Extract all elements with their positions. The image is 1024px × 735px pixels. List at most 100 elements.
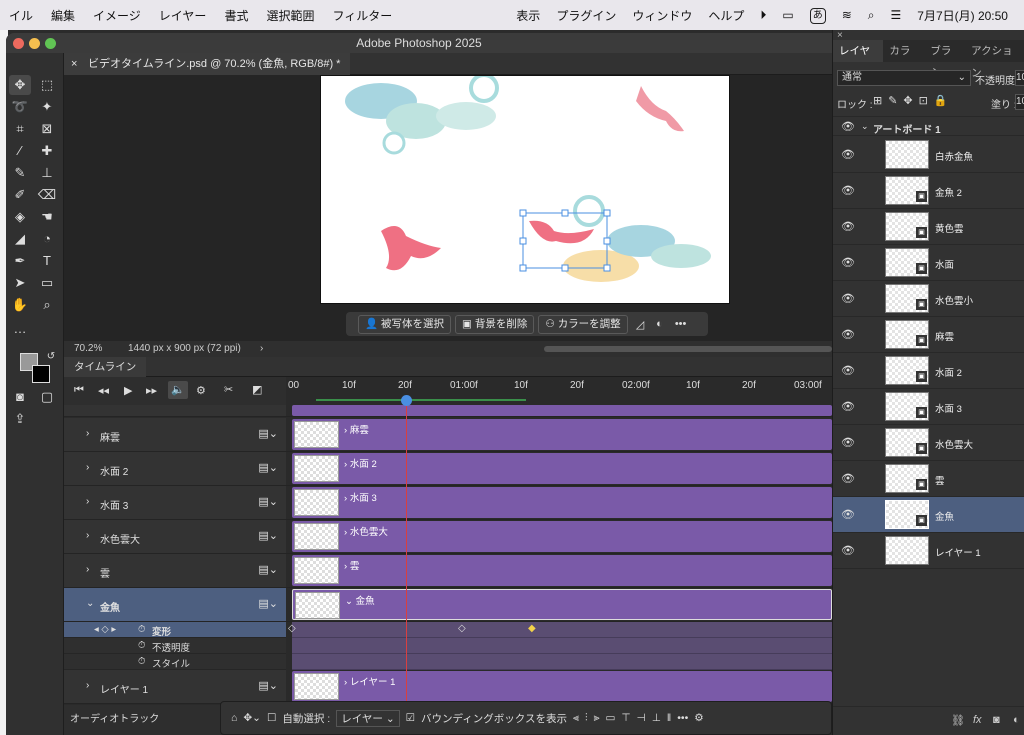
timeline-ruler[interactable]: 00 10f 20f 01:00f 10f 20f 02:00f 10f 20f… [286,377,832,405]
document-tab[interactable]: × ビデオタイムライン.psd @ 70.2% (金魚, RGB/8#) * [64,53,351,75]
layer-row[interactable]: 👁 ▣ 雲 [833,461,1024,497]
settings-icon[interactable]: ⚙ [694,712,703,724]
expand-chevron-icon[interactable]: › [86,428,89,439]
menu-edit[interactable]: 編集 [42,7,84,24]
lasso-tool-icon[interactable]: ➰ [9,97,31,117]
play-icon[interactable]: ▶ [124,384,132,397]
timeline-layer-row[interactable]: › 水面 2 ▤⌄ [64,452,286,486]
layer-dropdown[interactable]: レイヤー ⌄ [336,709,400,727]
layer-row[interactable]: 👁 白赤金魚 [833,137,1024,173]
tab-color[interactable]: カラー [883,40,924,79]
clip-selected[interactable]: ⌄ 金魚 [292,589,832,620]
magic-wand-tool-icon[interactable]: ✦ [36,97,58,117]
opacity-input[interactable]: 10 [1015,70,1024,86]
eraser-tool-icon[interactable]: ⌫ [36,185,58,205]
stopwatch-icon[interactable]: ⏱ [138,656,145,667]
layer-row[interactable]: 👁 ▣ 黄色雲 [833,209,1024,245]
clip[interactable] [292,405,832,416]
horizontal-scrollbar[interactable] [544,346,832,352]
transform-handle[interactable] [519,209,527,217]
timeline-layer-row[interactable]: › 水面 3 ▤⌄ [64,486,286,520]
eye-icon[interactable]: 👁 [841,184,855,197]
clip[interactable]: › 水面 3 [292,487,832,518]
eye-icon[interactable]: 👁 [841,544,855,557]
eye-icon[interactable]: 👁 [841,220,855,233]
crop-tool-icon[interactable]: ⌗ [9,119,31,139]
tab-layers[interactable]: レイヤー [833,40,884,79]
keyframe-icon[interactable]: ◇ [458,623,466,634]
layer-row[interactable]: 👁 ▣ 麻雲 [833,317,1024,353]
pen-tool-icon[interactable]: ✒ [9,251,31,271]
property-row[interactable]: ⏱ スタイル [64,654,286,670]
film-strip-icon[interactable]: ▤⌄ [258,427,278,440]
expand-chevron-icon[interactable]: › [86,462,89,473]
film-strip-icon[interactable]: ▤⌄ [258,679,278,692]
film-strip-icon[interactable]: ▤⌄ [258,563,278,576]
smudge-tool-icon[interactable]: ☚ [36,207,58,227]
align-right-icon[interactable]: ⫸ [594,712,600,725]
stopwatch-icon[interactable]: ⏱ [138,624,145,635]
layer-row-selected[interactable]: 👁 ▣ 金魚 [833,497,1024,533]
distribute-icon[interactable]: ▭ [606,712,616,724]
menu-layer[interactable]: レイヤー [150,7,216,24]
clip[interactable]: › レイヤー 1 [292,671,832,702]
split-icon[interactable]: ✂ [224,383,233,396]
more-options-icon[interactable]: ••• [677,712,688,724]
transform-handle[interactable] [561,264,569,272]
close-tab-icon[interactable]: × [71,53,77,75]
layer-row[interactable]: 👁 ▣ 水面 [833,245,1024,281]
blur-tool-icon[interactable]: ◢ [9,229,31,249]
first-frame-icon[interactable]: ⏮ [74,384,84,397]
timeline-layer-row-selected[interactable]: ⌄ 金魚 ▤⌄ [64,588,286,622]
auto-select-checkbox[interactable]: ☐ [267,712,276,724]
playhead-handle[interactable] [401,395,412,406]
blend-mode-select[interactable]: 通常 ⌄ [837,70,971,86]
transform-handle[interactable] [519,237,527,245]
stamp-tool-icon[interactable]: ⊥ [36,163,58,183]
timeline-layer-row[interactable]: › レイヤー 1 ▤⌄ [64,670,286,704]
paint-bucket-tool-icon[interactable]: ◈ [9,207,31,227]
timeline-layer-row[interactable]: › 麻雲 ▤⌄ [64,418,286,452]
expand-chevron-icon[interactable]: › [86,496,89,507]
status-chevron-icon[interactable]: › [260,341,263,357]
wifi-icon[interactable]: ≋ [834,8,860,22]
menu-help[interactable]: ヘルプ [700,7,752,24]
more-options-icon[interactable]: ••• [671,318,691,330]
menu-image[interactable]: イメージ [84,7,150,24]
brush-tool-icon[interactable]: ✎ [9,163,31,183]
timeline-tab[interactable]: タイムライン [64,357,147,377]
screen-mode-icon[interactable]: ▢ [36,387,58,407]
film-strip-icon[interactable]: ▤⌄ [258,529,278,542]
eyedropper-tool-icon[interactable]: ⁄ [9,141,31,161]
layer-row[interactable]: 👁 レイヤー 1 [833,533,1024,569]
collapse-chevron-icon[interactable]: ⌄ [861,121,869,132]
tab-actions[interactable]: アクション [965,40,1024,79]
eye-icon[interactable]: 👁 [841,364,855,377]
menu-file[interactable]: イル [0,7,42,24]
stopwatch-icon[interactable]: ⏱ [138,640,145,651]
mask-icon[interactable]: ◙ [993,714,1000,726]
clip[interactable]: › 水色雲大 [292,521,832,552]
artboard-canvas[interactable] [320,73,730,304]
eye-icon[interactable]: 👁 [841,148,855,161]
fx-icon[interactable]: fx [973,714,982,726]
film-strip-icon[interactable]: ▤⌄ [258,597,278,610]
zoom-level[interactable]: 70.2% [74,341,102,357]
transform-icon[interactable]: ◿ [632,318,648,331]
eye-icon[interactable]: 👁 [841,472,855,485]
dodge-tool-icon[interactable]: ◔ [36,229,58,249]
transform-handle[interactable] [561,209,569,217]
keyframe-icon[interactable]: ◇ [288,623,296,634]
layer-row[interactable]: 👁 ▣ 水色雲小 [833,281,1024,317]
layer-row[interactable]: 👁 ▣ 水色雲大 [833,425,1024,461]
transform-handle[interactable] [519,264,527,272]
film-strip-icon[interactable]: ▤⌄ [258,495,278,508]
layer-row[interactable]: 👁 ▣ 水面 2 [833,353,1024,389]
collapse-chevron-icon[interactable]: ⌄ [86,598,94,609]
minimize-window-icon[interactable] [29,38,40,49]
input-mode-indicator[interactable]: あ [802,7,834,24]
menu-filter[interactable]: フィルター [323,7,401,24]
tab-brush[interactable]: ブラシ [924,40,965,79]
timeline-layer-row[interactable]: › 雲 ▤⌄ [64,554,286,588]
clock[interactable]: 7月7日(月) 20:50 [909,7,1016,24]
